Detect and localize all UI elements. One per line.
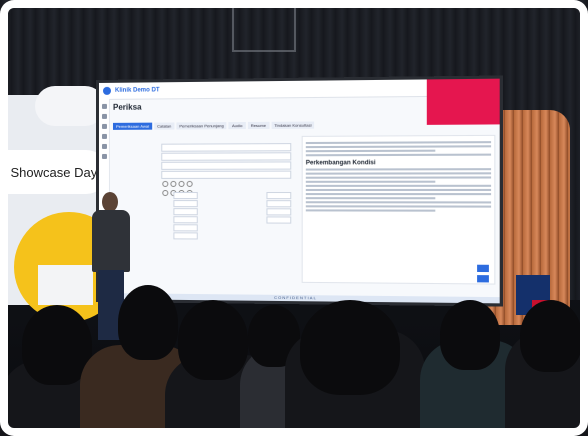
text-line bbox=[305, 172, 492, 175]
radio-option[interactable] bbox=[178, 180, 185, 187]
audience-head bbox=[440, 300, 500, 370]
vital-row bbox=[205, 199, 292, 207]
ai-summary-panel: Perkembangan Kondisi bbox=[301, 134, 496, 285]
presenter-head bbox=[102, 192, 118, 212]
audience-head bbox=[520, 300, 582, 372]
panel-heading: Perkembangan Kondisi bbox=[305, 160, 376, 167]
text-line bbox=[305, 145, 492, 149]
vital-row bbox=[205, 215, 292, 224]
text-line bbox=[305, 197, 435, 200]
app-content: Periksa Pemeriksaan Awal Catatan Pemerik… bbox=[112, 99, 496, 299]
text-line bbox=[305, 184, 492, 187]
home-icon[interactable] bbox=[101, 113, 107, 119]
vitals-column-right bbox=[205, 191, 292, 240]
user-icon[interactable] bbox=[101, 123, 107, 129]
vital-input[interactable] bbox=[172, 199, 198, 207]
vital-input[interactable] bbox=[266, 191, 292, 199]
text-line bbox=[305, 141, 492, 145]
vital-row bbox=[205, 207, 292, 215]
form-row bbox=[113, 142, 292, 152]
vital-input[interactable] bbox=[172, 207, 198, 215]
form-input[interactable] bbox=[161, 142, 292, 152]
text-line bbox=[305, 188, 492, 191]
vital-input[interactable] bbox=[172, 191, 198, 199]
menu-icon[interactable] bbox=[101, 103, 107, 109]
text-line bbox=[305, 176, 492, 179]
tab-catatan[interactable]: Catatan bbox=[154, 122, 175, 130]
radio-row bbox=[113, 179, 291, 188]
radio-option[interactable] bbox=[170, 180, 177, 187]
radio-option[interactable] bbox=[186, 180, 193, 187]
form-input[interactable] bbox=[161, 170, 292, 179]
tab-pemeriksaan-penunjang[interactable]: Pemeriksaan Penunjang bbox=[176, 122, 227, 130]
vital-input[interactable] bbox=[172, 231, 198, 239]
clinic-logo-icon bbox=[102, 86, 111, 95]
tab-bar: Pemeriksaan Awal Catatan Pemeriksaan Pen… bbox=[112, 120, 495, 130]
vital-row bbox=[205, 191, 292, 199]
audience-head bbox=[300, 300, 400, 395]
form-row bbox=[113, 170, 292, 179]
showcase-sign: l Showcase Day bbox=[0, 150, 108, 194]
lighting-truss bbox=[232, 0, 296, 52]
form-row bbox=[113, 151, 292, 161]
presenter-jacket bbox=[92, 210, 130, 272]
text-line bbox=[305, 149, 435, 153]
patient-info-line bbox=[113, 111, 495, 119]
audience-head bbox=[178, 300, 248, 380]
stage-pill-decoration bbox=[35, 86, 105, 126]
tab-tindakan-konsultasi[interactable]: Tindakan Konsultasi bbox=[271, 121, 315, 129]
text-line bbox=[305, 201, 492, 204]
settings-icon[interactable] bbox=[101, 153, 107, 159]
tab-audio[interactable]: Audio bbox=[228, 121, 246, 130]
text-line bbox=[305, 193, 492, 196]
vital-input[interactable] bbox=[266, 207, 292, 215]
vital-input[interactable] bbox=[266, 199, 292, 207]
panel-action-button[interactable] bbox=[476, 264, 489, 273]
vitals-section bbox=[113, 191, 292, 240]
text-line bbox=[305, 168, 492, 171]
projection-screen: Klinik Demo DT Periksa Pemeriksaan Awal … bbox=[96, 75, 503, 307]
text-line bbox=[305, 205, 492, 208]
text-line bbox=[305, 180, 435, 183]
form-row bbox=[113, 160, 292, 170]
tab-pemeriksaan-awal[interactable]: Pemeriksaan Awal bbox=[112, 122, 153, 130]
text-line bbox=[305, 209, 435, 212]
app-name: Klinik Demo DT bbox=[114, 87, 160, 94]
document-icon[interactable] bbox=[101, 143, 107, 149]
vital-input[interactable] bbox=[266, 215, 292, 224]
stage-board bbox=[38, 265, 93, 305]
vital-input[interactable] bbox=[172, 223, 198, 231]
audience-head bbox=[118, 285, 178, 360]
showcase-text: l Showcase Day bbox=[4, 164, 98, 180]
event-photo: l Showcase Day Klinik Demo DT Periksa Pe… bbox=[0, 0, 588, 436]
form-input[interactable] bbox=[161, 151, 292, 161]
page-title: Periksa bbox=[112, 102, 142, 112]
form-select[interactable] bbox=[161, 160, 292, 170]
tab-resume[interactable]: Resume bbox=[247, 121, 270, 130]
text-line bbox=[305, 153, 492, 157]
calendar-icon[interactable] bbox=[101, 133, 107, 139]
radio-option[interactable] bbox=[162, 180, 169, 187]
save-button[interactable] bbox=[476, 275, 489, 283]
vital-input[interactable] bbox=[172, 215, 198, 223]
